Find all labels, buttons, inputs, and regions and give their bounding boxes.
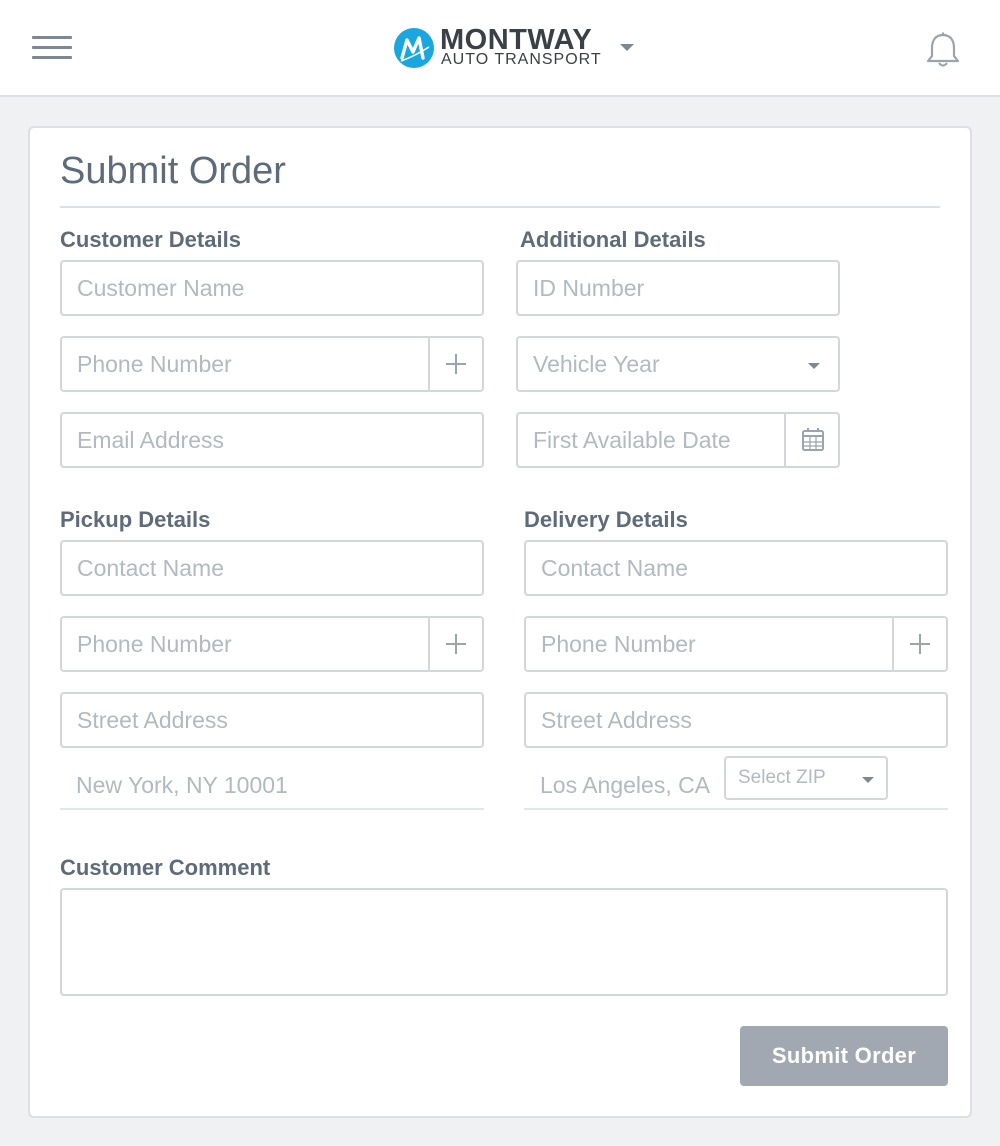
pickup-contact-field[interactable] (60, 540, 484, 596)
title-divider (60, 206, 940, 208)
delivery-contact-input[interactable] (526, 542, 946, 594)
bell-icon[interactable] (924, 32, 962, 68)
customer-name-input[interactable] (62, 262, 482, 314)
vehicle-year-select[interactable]: Vehicle Year (516, 336, 840, 392)
brand-subtitle: AUTO TRANSPORT (441, 51, 602, 68)
chevron-down-icon[interactable] (620, 44, 634, 51)
customer-comment-textarea[interactable] (62, 890, 946, 994)
add-pickup-phone-button[interactable] (428, 618, 482, 670)
customer-comment-label: Customer Comment (60, 855, 271, 880)
montway-logo-icon (394, 28, 434, 68)
first-available-date-input[interactable] (518, 414, 786, 466)
id-number-field[interactable] (516, 260, 840, 316)
customer-phone-field[interactable] (60, 336, 484, 392)
delivery-city-state: Los Angeles, CA (540, 772, 711, 798)
add-delivery-phone-button[interactable] (892, 618, 946, 670)
delivery-street-field[interactable] (524, 692, 948, 748)
pickup-phone-input[interactable] (62, 618, 430, 670)
delivery-city-underline (524, 808, 948, 810)
delivery-details-label: Delivery Details (524, 507, 688, 532)
id-number-input[interactable] (518, 262, 838, 314)
pickup-phone-field[interactable] (60, 616, 484, 672)
delivery-zip-select[interactable]: Select ZIP (724, 756, 888, 800)
pickup-city-state-zip: New York, NY 10001 (76, 772, 288, 798)
top-bar: MONTWAY AUTO TRANSPORT (0, 0, 1000, 97)
zip-placeholder: Select ZIP (738, 767, 826, 788)
add-customer-phone-button[interactable] (428, 338, 482, 390)
calendar-button[interactable] (784, 414, 838, 466)
additional-details-label: Additional Details (520, 227, 706, 252)
pickup-street-input[interactable] (62, 694, 482, 746)
delivery-phone-input[interactable] (526, 618, 894, 670)
pickup-city-underline (60, 808, 484, 810)
pickup-contact-input[interactable] (62, 542, 482, 594)
first-available-date-field[interactable] (516, 412, 840, 468)
hamburger-menu-icon[interactable] (32, 36, 72, 62)
caret-down-icon (808, 363, 820, 369)
caret-down-icon (862, 777, 874, 783)
delivery-contact-field[interactable] (524, 540, 948, 596)
submit-order-button[interactable]: Submit Order (740, 1026, 948, 1086)
pickup-details-label: Pickup Details (60, 507, 211, 532)
page-title: Submit Order (60, 150, 286, 192)
customer-details-label: Customer Details (60, 227, 241, 252)
customer-email-field[interactable] (60, 412, 484, 468)
pickup-street-field[interactable] (60, 692, 484, 748)
delivery-phone-field[interactable] (524, 616, 948, 672)
customer-phone-input[interactable] (62, 338, 430, 390)
vehicle-year-placeholder: Vehicle Year (533, 351, 660, 377)
customer-name-field[interactable] (60, 260, 484, 316)
calendar-icon (802, 428, 824, 451)
customer-email-input[interactable] (62, 414, 482, 466)
brand-logo[interactable]: MONTWAY AUTO TRANSPORT (393, 24, 643, 71)
customer-comment-field[interactable] (60, 888, 948, 996)
delivery-street-input[interactable] (526, 694, 946, 746)
